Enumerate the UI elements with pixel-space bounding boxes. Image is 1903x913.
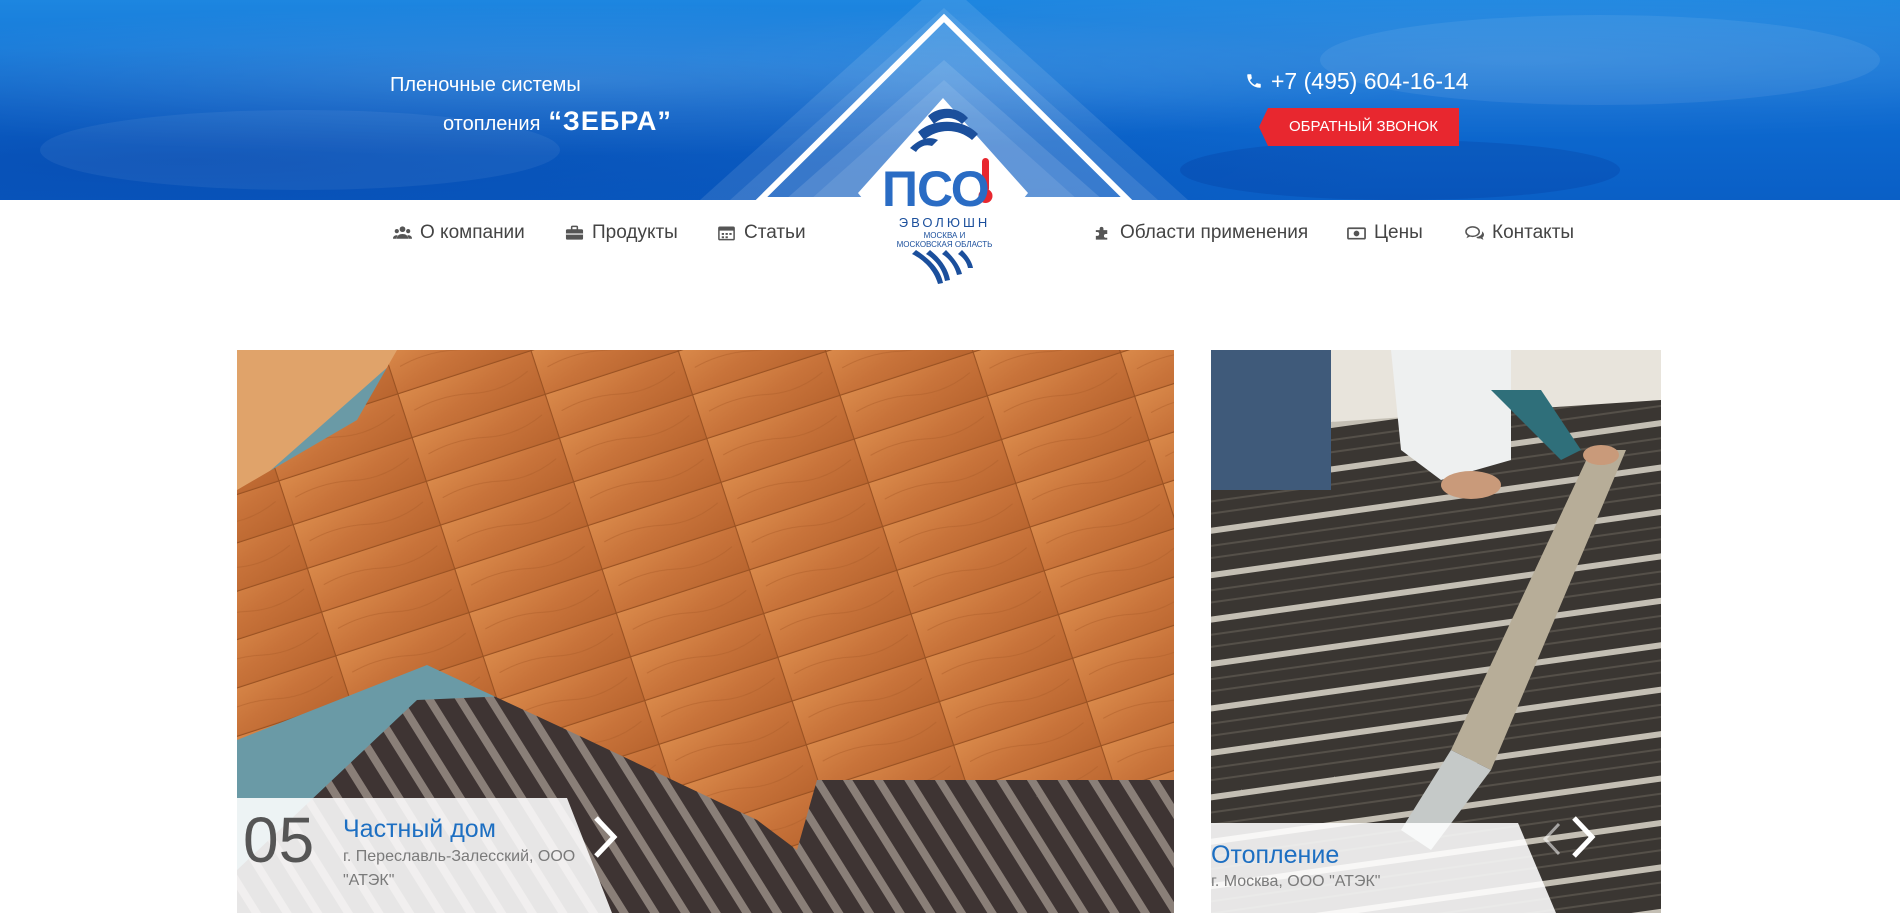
gallery-caption-main-title[interactable]: Частный дом <box>343 814 496 844</box>
phone-icon <box>1247 74 1261 88</box>
tagline-prefix: отопления <box>443 113 541 135</box>
briefcase-icon <box>565 225 584 240</box>
chevron-right-icon <box>594 816 618 858</box>
nav-item-articles[interactable]: Статьи <box>717 221 806 245</box>
nav-item-prices-label: Цены <box>1374 222 1423 243</box>
gallery-side-next-button[interactable] <box>1562 812 1602 862</box>
gallery-caption-side-subtitle: г. Москва, ООО "АТЭК" <box>1211 873 1381 890</box>
users-icon <box>393 226 412 239</box>
logo-region-line2: МОСКОВСКАЯ ОБЛАСТЬ <box>896 240 993 249</box>
tagline-brand: “ЗЕБРА” <box>548 106 672 136</box>
nav-item-about[interactable]: О компании <box>393 221 525 245</box>
nav-item-products[interactable]: Продукты <box>565 221 678 245</box>
gallery-main-next-button[interactable] <box>584 812 624 862</box>
logo-mark: ПСО <box>882 161 990 217</box>
calendar-icon <box>718 226 735 241</box>
chevron-right-icon <box>1572 816 1596 858</box>
nav-item-products-label: Продукты <box>592 222 678 243</box>
gallery-caption-side-title[interactable]: Отопление <box>1211 840 1339 870</box>
money-icon <box>1347 227 1366 240</box>
logo-brand: ЭВОЛЮШН <box>898 215 991 230</box>
tagline-line2: отопления “ЗЕБРА” <box>443 106 672 136</box>
tagline-line1: Пленочные системы <box>390 74 581 96</box>
puzzle-icon <box>1095 226 1108 240</box>
nav-item-applications-label: Области применения <box>1120 222 1309 243</box>
nav-item-contacts[interactable]: Контакты <box>1465 221 1574 245</box>
callback-button[interactable]: ОБРАТНЫЙ ЗВОНОК <box>1259 108 1459 146</box>
nav-item-about-label: О компании <box>420 222 525 243</box>
nav-item-contacts-label: Контакты <box>1492 222 1575 243</box>
gallery-slide-number: 05 <box>243 804 315 876</box>
header-phone[interactable]: +7 (495) 604-16-14 <box>1245 67 1469 95</box>
company-logo[interactable]: ПСО ЭВОЛЮШН МОСКВА И МОСКОВСКАЯ ОБЛАСТЬ <box>858 98 1028 298</box>
nav-item-prices[interactable]: Цены <box>1347 221 1423 245</box>
nav-item-articles-label: Статьи <box>744 222 806 243</box>
comments-icon <box>1465 226 1484 240</box>
gallery-caption-main-subtitle: г. Переславль-Залесский, ООО "АТЭК" <box>343 848 576 889</box>
nav-item-applications[interactable]: Области применения <box>1093 221 1308 245</box>
logo-region-line1: МОСКВА И <box>923 231 966 240</box>
phone-number: +7 (495) 604-16-14 <box>1271 68 1469 94</box>
